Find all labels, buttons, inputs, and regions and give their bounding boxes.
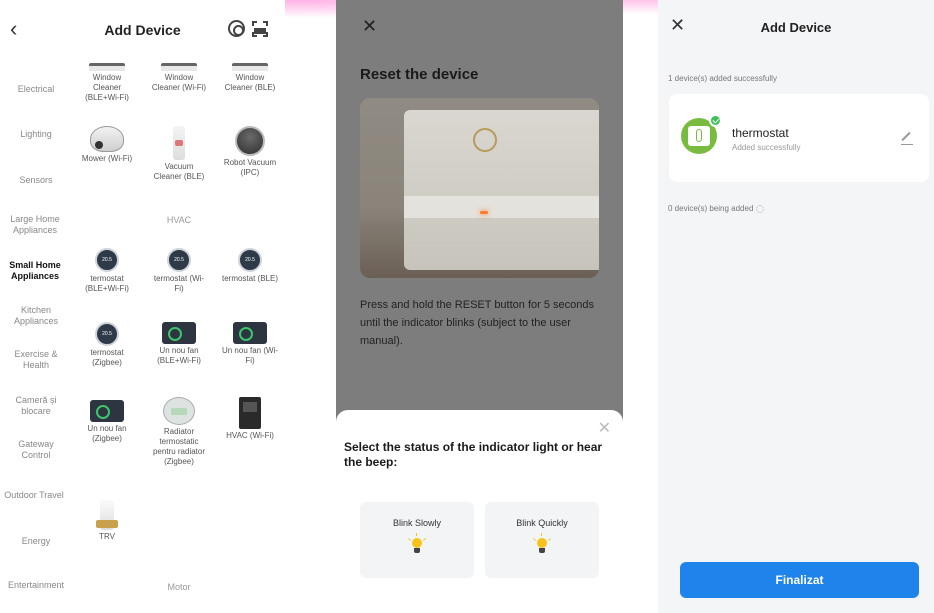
add-device-catalog-panel: ‹ Add Device Electrical Lighting Sensors…	[0, 0, 285, 613]
being-added-text: 0 device(s) being added	[668, 204, 754, 213]
qr-scan-icon[interactable]	[252, 21, 268, 37]
being-added-row: 0 device(s) being added	[668, 204, 765, 213]
indicator-status-sheet: ✕ Select the status of the indicator lig…	[336, 410, 623, 613]
device-termostat-ble[interactable]: 20.5 termostat (BLE)	[221, 248, 279, 284]
power-button-icon	[473, 128, 497, 152]
auto-scan-icon[interactable]	[228, 20, 245, 37]
fan-controller-icon	[233, 322, 267, 344]
device-label: Un nou fan (Wi-Fi)	[221, 346, 279, 365]
vacuum-cleaner-icon	[173, 126, 185, 160]
device-label: Mower (Wi-Fi)	[81, 154, 133, 163]
fan-controller-icon	[162, 322, 196, 344]
device-window-cleaner-ble[interactable]: Window Cleaner (BLE)	[221, 63, 279, 93]
blink-slowly-option[interactable]: Blink Slowly	[360, 502, 474, 578]
bulb-icon	[408, 533, 426, 556]
device-fan-ble-wifi[interactable]: Un nou fan (BLE+Wi-Fi)	[150, 322, 208, 366]
device-fan-zigbee[interactable]: Un nou fan (Zigbee)	[78, 400, 136, 444]
robot-vacuum-icon	[235, 126, 265, 156]
trv-icon	[96, 500, 118, 530]
category-kitchen-appliances[interactable]: Kitchen Appliances	[6, 305, 66, 327]
window-cleaner-icon	[232, 63, 268, 71]
device-label: termostat (Zigbee)	[90, 348, 124, 367]
edit-pencil-icon[interactable]	[901, 132, 913, 145]
device-trv[interactable]: TRV	[78, 500, 136, 542]
device-label: termostat (BLE)	[221, 274, 278, 283]
category-exercise-health[interactable]: Exercise & Health	[6, 349, 66, 371]
thermostat-icon: 20.5	[95, 322, 119, 346]
category-large-home-appliances[interactable]: Large Home Appliances	[4, 214, 66, 236]
add-device-result-panel: ✕ Add Device 1 device(s) added successfu…	[658, 0, 934, 613]
radiator-valve-icon	[163, 397, 195, 425]
device-label: Radiator termostatic pentru radiator (Zi…	[152, 427, 206, 466]
category-sensors[interactable]: Sensors	[0, 175, 72, 186]
device-label: TRV	[99, 532, 115, 541]
hvac-controller-icon	[239, 397, 261, 429]
thermostat-reading: 20.5	[102, 257, 112, 263]
thermostat-reading: 20.5	[174, 257, 184, 263]
device-label: Window Cleaner (BLE)	[224, 73, 276, 92]
device-label: termostat (BLE+Wi-Fi)	[85, 274, 129, 293]
page-title: Reset the device	[360, 66, 479, 83]
option-label: Blink Quickly	[516, 518, 568, 528]
added-device-card[interactable]: thermostat Added successfully	[669, 94, 929, 182]
page-title: Add Device	[760, 20, 832, 35]
device-label: HVAC (Wi-Fi)	[226, 431, 274, 440]
blink-quickly-option[interactable]: Blink Quickly	[485, 502, 599, 578]
window-cleaner-icon	[89, 63, 125, 71]
device-body	[404, 110, 599, 270]
section-hvac: HVAC	[166, 215, 192, 225]
device-vacuum-cleaner-ble[interactable]: Vacuum Cleaner (BLE)	[150, 126, 208, 182]
close-icon[interactable]: ✕	[598, 418, 611, 438]
device-radiator-thermostatic-zigbee[interactable]: Radiator termostatic pentru radiator (Zi…	[150, 397, 208, 467]
reset-device-panel: ✕ Reset the device Press and hold the RE…	[336, 0, 623, 613]
success-check-icon	[709, 114, 722, 127]
thermostat-reading: 20.5	[102, 331, 112, 337]
category-entertainment[interactable]: Entertainment	[0, 580, 72, 591]
device-label: Un nou fan (BLE+Wi-Fi)	[157, 346, 201, 365]
finish-button[interactable]: Finalizat	[680, 562, 919, 598]
option-label: Blink Slowly	[392, 518, 441, 528]
category-lighting[interactable]: Lighting	[0, 129, 72, 140]
category-small-home-appliances[interactable]: Small Home Appliances	[4, 260, 66, 282]
reset-instructions: Press and hold the RESET button for 5 se…	[360, 299, 594, 347]
thermostat-icon: 20.5	[167, 248, 191, 272]
mower-icon	[90, 126, 124, 152]
category-camera-lock[interactable]: Cameră și blocare	[6, 395, 66, 417]
category-outdoor-travel[interactable]: Outdoor Travel	[0, 490, 68, 501]
device-termostat-ble-wifi[interactable]: 20.5 termostat (BLE+Wi-Fi)	[78, 248, 136, 294]
category-gateway-control[interactable]: Gateway Control	[6, 439, 66, 461]
thermostat-icon: 20.5	[95, 248, 119, 272]
device-termostat-zigbee[interactable]: 20.5 termostat (Zigbee)	[78, 322, 136, 368]
sheet-question: Select the status of the indicator light…	[344, 440, 603, 469]
device-reset-photo	[360, 98, 599, 278]
thermostat-icon: 20.5	[238, 248, 262, 272]
device-label: termostat (Wi-Fi)	[153, 274, 205, 293]
added-count-text: 1 device(s) added successfully	[668, 74, 777, 83]
indicator-led	[480, 211, 488, 214]
close-icon[interactable]: ✕	[362, 16, 377, 37]
device-label: Window Cleaner (BLE+Wi-Fi)	[85, 73, 129, 102]
device-band	[404, 196, 599, 218]
device-robot-vacuum-ipc[interactable]: Robot Vacuum (IPC)	[221, 126, 279, 178]
device-hvac-wifi[interactable]: HVAC (Wi-Fi)	[221, 397, 279, 441]
device-window-cleaner-wifi[interactable]: Window Cleaner (Wi-Fi)	[150, 63, 208, 93]
device-name: thermostat	[732, 126, 789, 140]
device-label: Un nou fan (Zigbee)	[87, 424, 127, 443]
device-termostat-wifi[interactable]: 20.5 termostat (Wi-Fi)	[150, 248, 208, 294]
bulb-icon	[533, 533, 551, 556]
section-motor: Motor	[167, 582, 191, 592]
category-electrical[interactable]: Electrical	[0, 84, 72, 95]
thermostat-reading: 20.5	[245, 257, 255, 263]
device-label: Vacuum Cleaner (BLE)	[153, 162, 205, 181]
device-status: Added successfully	[732, 143, 801, 152]
device-label: Window Cleaner (Wi-Fi)	[151, 73, 207, 92]
device-label: Robot Vacuum (IPC)	[223, 158, 277, 177]
category-energy[interactable]: Energy	[0, 536, 72, 547]
device-window-cleaner-ble-wifi[interactable]: Window Cleaner (BLE+Wi-Fi)	[78, 63, 136, 103]
device-mower-wifi[interactable]: Mower (Wi-Fi)	[78, 126, 136, 164]
fan-controller-icon	[90, 400, 124, 422]
loading-spinner-icon	[756, 204, 765, 213]
window-cleaner-icon	[161, 63, 197, 71]
device-fan-wifi[interactable]: Un nou fan (Wi-Fi)	[221, 322, 279, 366]
